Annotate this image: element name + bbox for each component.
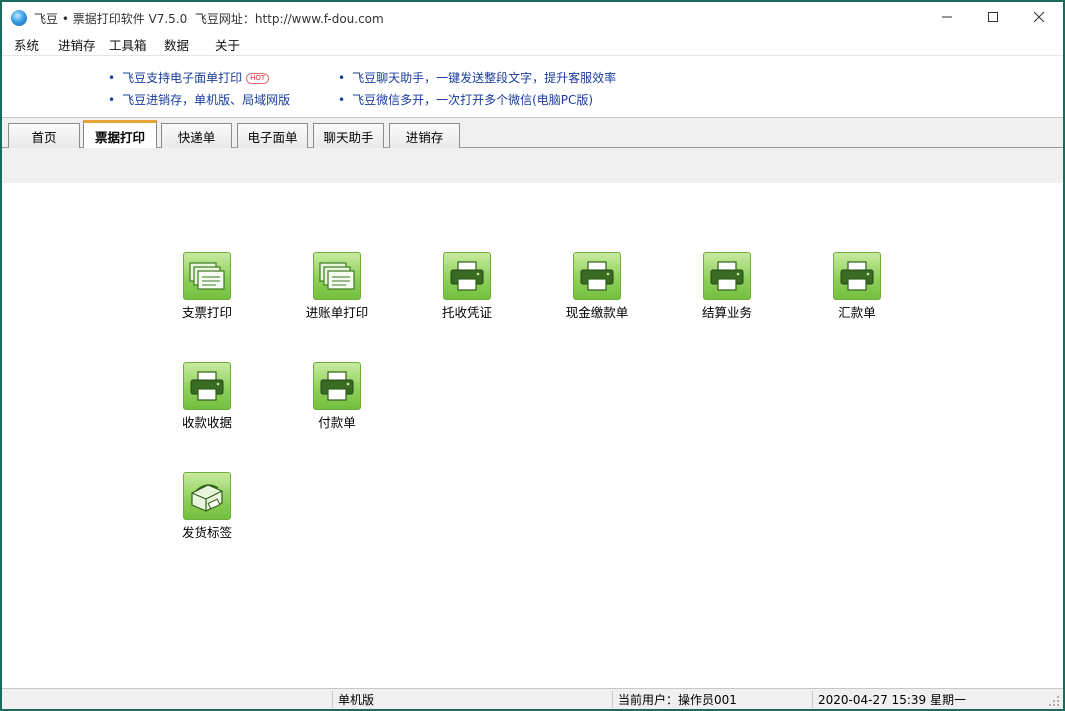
hot-badge: HOT — [246, 73, 270, 84]
minimize-button[interactable] — [924, 2, 970, 32]
resize-grip-icon[interactable] — [1048, 695, 1060, 707]
tile-grid: 支票打印 进账单打印 托收凭证 现金缴款单 结算业务 汇款单 收款收据 付款单 … — [2, 183, 1063, 688]
app-logo-icon — [11, 10, 27, 26]
status-user: 当前用户：操作员001 — [612, 691, 812, 708]
news-link-text: 飞豆微信多开，一次打开多个微信(电脑PC版) — [352, 93, 594, 107]
label-printer-icon — [183, 472, 231, 520]
tile-label: 托收凭证 — [441, 305, 492, 320]
status-mode: 单机版 — [332, 691, 612, 708]
news-link[interactable]: • 飞豆进销存，单机版、局域网版 — [108, 91, 290, 108]
printer-icon — [833, 252, 881, 300]
tile-label: 结算业务 — [701, 305, 752, 320]
bullet-icon: • — [108, 71, 116, 85]
bullet-icon: • — [338, 71, 346, 85]
tab-chat-assistant[interactable]: 聊天助手 — [313, 123, 384, 149]
tile-remittance[interactable]: 汇款单 — [802, 252, 912, 332]
tile-collection-voucher[interactable]: 托收凭证 — [412, 252, 522, 332]
menu-system[interactable]: 系统 — [14, 35, 39, 54]
tile-label: 支票打印 — [181, 305, 232, 320]
app-window: 飞豆 • 票据打印软件 V7.5.0 飞豆网址：http://www.f-dou… — [0, 0, 1065, 711]
forms-stack-icon — [183, 252, 231, 300]
tile-shipping-label[interactable]: 发货标签 — [152, 472, 262, 552]
tab-ticket-print[interactable]: 票据打印 — [83, 120, 157, 150]
news-panel: • 飞豆支持电子面单打印 HOT • 飞豆进销存，单机版、局域网版 • 飞豆聊天助手，一… — [2, 55, 1063, 117]
news-link-text: 飞豆聊天助手，一键发送整段文字，提升客服效率 — [352, 71, 617, 85]
tile-receipt[interactable]: 收款收据 — [152, 362, 262, 442]
menu-toolbox[interactable]: 工具箱 — [109, 35, 147, 54]
printer-icon — [573, 252, 621, 300]
forms-stack-icon — [313, 252, 361, 300]
news-link[interactable]: • 飞豆支持电子面单打印 HOT — [108, 69, 270, 86]
tile-label: 付款单 — [318, 415, 356, 430]
tab-inventory[interactable]: 进销存 — [389, 123, 460, 149]
tile-deposit-slip-print[interactable]: 进账单打印 — [282, 252, 392, 332]
tile-label: 收款收据 — [181, 415, 232, 430]
title-bar[interactable]: 飞豆 • 票据打印软件 V7.5.0 飞豆网址：http://www.f-dou… — [2, 2, 1063, 32]
tile-settlement[interactable]: 结算业务 — [672, 252, 782, 332]
toolbar-area — [2, 148, 1063, 183]
printer-icon — [183, 362, 231, 410]
tile-label: 汇款单 — [838, 305, 876, 320]
menu-data[interactable]: 数据 — [164, 35, 189, 54]
bullet-icon: • — [338, 93, 346, 107]
tile-label: 现金缴款单 — [565, 305, 629, 320]
tile-cheque-print[interactable]: 支票打印 — [152, 252, 262, 332]
menu-about[interactable]: 关于 — [215, 35, 240, 54]
tab-e-waybill[interactable]: 电子面单 — [237, 123, 308, 149]
tab-express[interactable]: 快递单 — [161, 123, 232, 149]
tab-strip: 首页 票据打印 快递单 电子面单 聊天助手 进销存 — [2, 117, 1063, 150]
maximize-button[interactable] — [970, 2, 1016, 32]
tile-payment-voucher[interactable]: 付款单 — [282, 362, 392, 442]
minimize-icon — [942, 16, 952, 18]
tab-home[interactable]: 首页 — [8, 123, 80, 149]
menu-bar: 系统 进销存 工具箱 数据 关于 — [2, 32, 1063, 54]
news-link-text: 飞豆进销存，单机版、局域网版 — [122, 93, 291, 107]
menu-inventory[interactable]: 进销存 — [58, 35, 96, 54]
status-datetime: 2020-04-27 15:39 星期一 — [812, 691, 1042, 708]
status-bar: 单机版 当前用户：操作员001 2020-04-27 15:39 星期一 — [2, 688, 1063, 709]
printer-icon — [313, 362, 361, 410]
close-icon — [1033, 11, 1045, 23]
printer-icon — [703, 252, 751, 300]
news-link[interactable]: • 飞豆聊天助手，一键发送整段文字，提升客服效率 — [338, 69, 616, 86]
close-button[interactable] — [1016, 2, 1062, 32]
tile-cash-deposit-form[interactable]: 现金缴款单 — [542, 252, 652, 332]
tile-label: 发货标签 — [181, 525, 232, 540]
maximize-icon — [988, 12, 998, 22]
printer-icon — [443, 252, 491, 300]
window-title: 飞豆 • 票据打印软件 V7.5.0 飞豆网址：http://www.f-dou… — [34, 12, 384, 26]
news-link[interactable]: • 飞豆微信多开，一次打开多个微信(电脑PC版) — [338, 91, 593, 108]
tile-label: 进账单打印 — [305, 305, 369, 320]
bullet-icon: • — [108, 93, 116, 107]
news-link-text: 飞豆支持电子面单打印 — [122, 71, 243, 85]
